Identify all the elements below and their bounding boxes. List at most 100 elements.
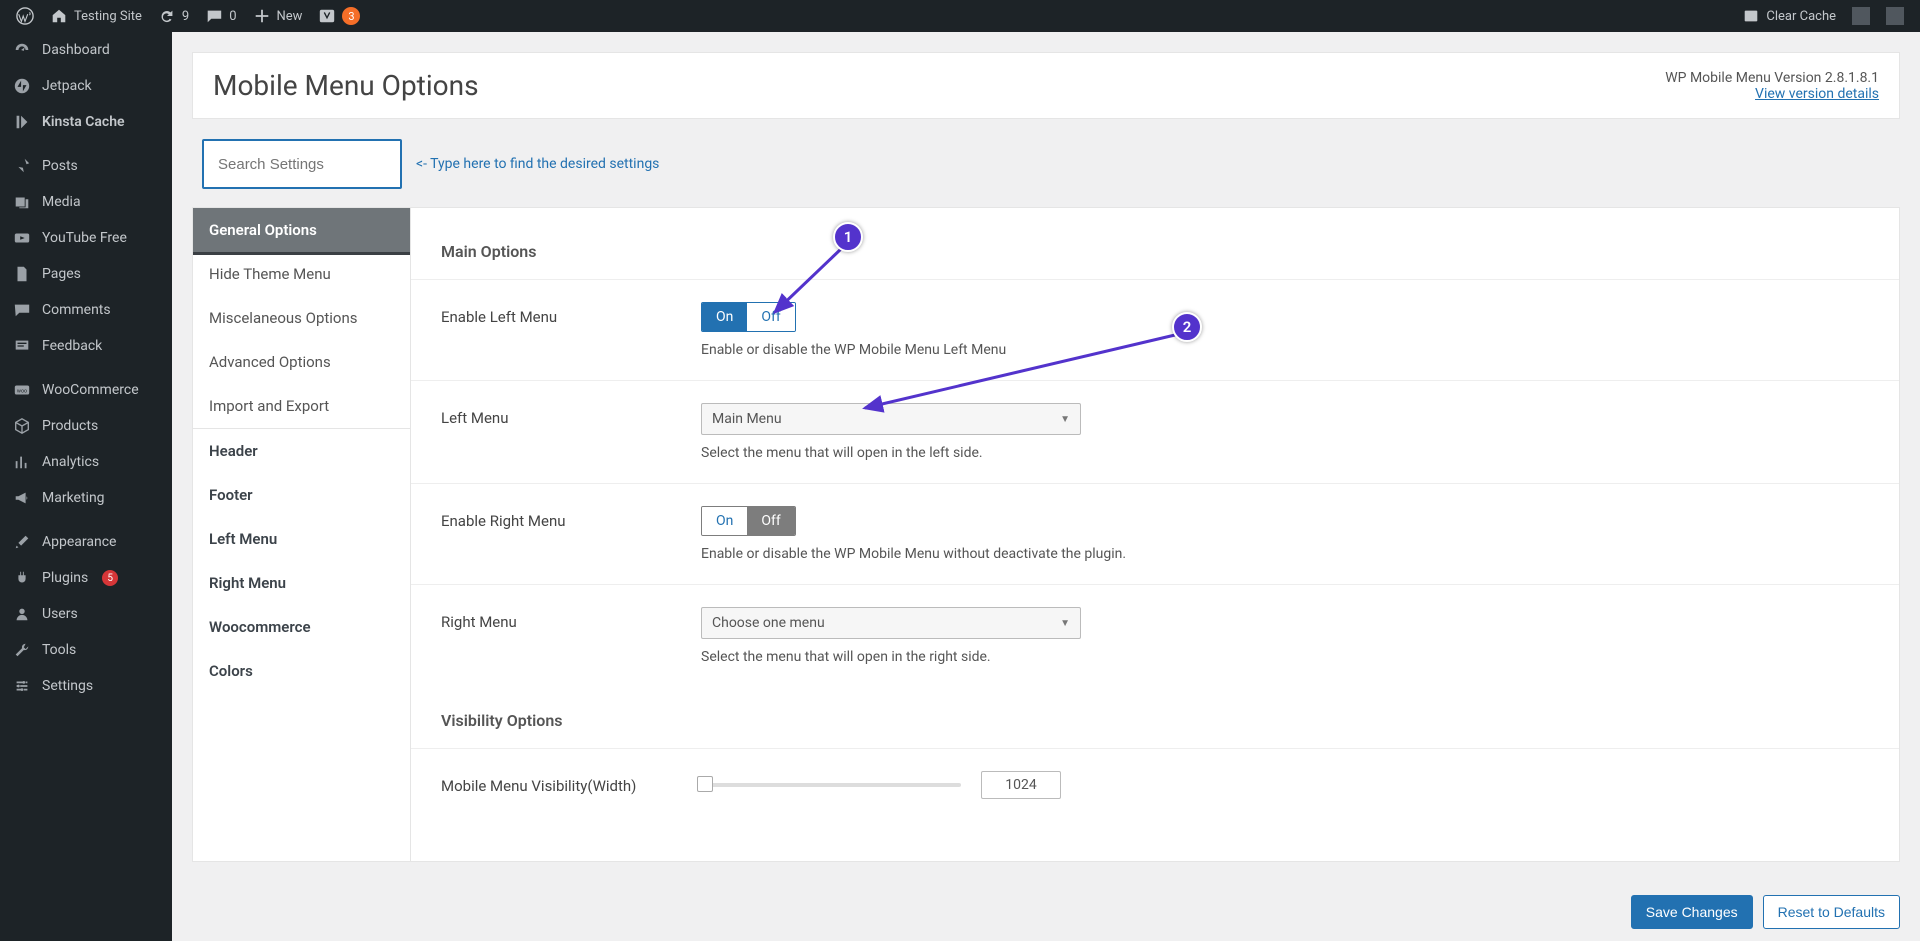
subtab-hide-theme-menu[interactable]: Hide Theme Menu [193, 252, 410, 296]
main-content: Mobile Menu Options WP Mobile Menu Versi… [172, 32, 1920, 941]
field-desc: Select the menu that will open in the ri… [701, 649, 1869, 665]
field-desc: Enable or disable the WP Mobile Menu Lef… [701, 342, 1869, 358]
menu-item-jetpack[interactable]: Jetpack [0, 68, 172, 104]
menu-item-dashboard[interactable]: Dashboard [0, 32, 172, 68]
switch-on[interactable]: On [702, 303, 747, 331]
menu-item-appearance[interactable]: Appearance [0, 524, 172, 560]
field-visibility-width: Mobile Menu Visibility(Width) 1024 [411, 748, 1899, 821]
left-menu-select[interactable]: Main Menu ▼ [701, 403, 1081, 435]
square-icon [1886, 7, 1904, 25]
adminbar-square-2[interactable] [1878, 0, 1912, 32]
menu-item-media[interactable]: Media [0, 184, 172, 220]
menu-item-youtube-free[interactable]: YouTube Free [0, 220, 172, 256]
plus-icon [253, 7, 271, 25]
menu-label: Tools [42, 642, 76, 658]
enable-left-menu-switch[interactable]: On Off [701, 302, 796, 332]
visibility-width-value[interactable]: 1024 [981, 771, 1061, 799]
kinsta-icon [12, 112, 32, 132]
home-icon [50, 7, 68, 25]
reset-defaults-button[interactable]: Reset to Defaults [1763, 895, 1900, 929]
adminbar-square-1[interactable] [1844, 0, 1878, 32]
youtube-icon [12, 228, 32, 248]
refresh-icon [158, 7, 176, 25]
enable-right-menu-switch[interactable]: On Off [701, 506, 796, 536]
footer-actions: Save Changes Reset to Defaults [1631, 895, 1900, 929]
chart-icon [12, 452, 32, 472]
switch-off[interactable]: Off [747, 507, 794, 535]
wp-logo[interactable] [8, 0, 42, 32]
menu-item-settings[interactable]: Settings [0, 668, 172, 704]
subtab-import-and-export[interactable]: Import and Export [193, 384, 410, 428]
switch-on[interactable]: On [702, 507, 747, 535]
svg-text:woo: woo [17, 389, 27, 395]
new-content[interactable]: New [245, 0, 311, 32]
menu-item-kinsta-cache[interactable]: Kinsta Cache [0, 104, 172, 140]
settings-panel: General OptionsHide Theme MenuMiscelaneo… [192, 207, 1900, 862]
plug-icon [12, 568, 32, 588]
megaphone-icon [12, 488, 32, 508]
menu-label: Feedback [42, 338, 102, 354]
field-desc: Enable or disable the WP Mobile Menu wit… [701, 546, 1869, 562]
comments-bar[interactable]: 0 [197, 0, 244, 32]
menu-label: Users [42, 606, 78, 622]
menu-item-woocommerce[interactable]: wooWooCommerce [0, 372, 172, 408]
menu-item-users[interactable]: Users [0, 596, 172, 632]
menu-item-analytics[interactable]: Analytics [0, 444, 172, 480]
version-block: WP Mobile Menu Version 2.8.1.8.1 View ve… [1665, 70, 1879, 102]
woo-icon: woo [12, 380, 32, 400]
menu-label: Products [42, 418, 98, 434]
right-menu-select[interactable]: Choose one menu ▼ [701, 607, 1081, 639]
search-settings-input[interactable] [202, 139, 402, 189]
subtab-miscelaneous-options[interactable]: Miscelaneous Options [193, 296, 410, 340]
updates[interactable]: 9 [150, 0, 197, 32]
admin-menu: Dashboard Jetpack Kinsta Cache PostsMedia Yo… [0, 32, 172, 941]
comments-count: 0 [229, 9, 236, 24]
pin-icon [12, 156, 32, 176]
annotation-badge-1: 1 [833, 222, 863, 252]
subtab-left-menu[interactable]: Left Menu [193, 517, 410, 561]
switch-off[interactable]: Off [747, 303, 794, 331]
version-link[interactable]: View version details [1755, 86, 1879, 102]
settings-icon [12, 676, 32, 696]
site-home[interactable]: Testing Site [42, 0, 150, 32]
field-label: Mobile Menu Visibility(Width) [441, 771, 681, 799]
clear-cache-label: Clear Cache [1766, 9, 1836, 24]
settings-body: Main Options Enable Left Menu On Off Ena… [411, 208, 1899, 861]
save-changes-button[interactable]: Save Changes [1631, 895, 1753, 929]
menu-item-posts[interactable]: Posts [0, 148, 172, 184]
feedback-icon [12, 336, 32, 356]
menu-item-pages[interactable]: Pages [0, 256, 172, 292]
menu-item-plugins[interactable]: Plugins5 [0, 560, 172, 596]
subtab-general-options[interactable]: General Options [193, 208, 410, 252]
media-icon [12, 192, 32, 212]
clear-cache[interactable]: Clear Cache [1734, 0, 1844, 32]
menu-item-tools[interactable]: Tools [0, 632, 172, 668]
subtab-right-menu[interactable]: Right Menu [193, 561, 410, 605]
field-label: Left Menu [441, 403, 681, 461]
menu-item-marketing[interactable]: Marketing [0, 480, 172, 516]
field-enable-left-menu: Enable Left Menu On Off Enable or disabl… [411, 279, 1899, 380]
subtab-colors[interactable]: Colors [193, 649, 410, 693]
dropdown-value: Main Menu [712, 411, 782, 427]
subtab-header[interactable]: Header [193, 428, 410, 473]
menu-label: Comments [42, 302, 111, 318]
menu-item-feedback[interactable]: Feedback [0, 328, 172, 364]
comment-icon [12, 300, 32, 320]
subtab-footer[interactable]: Footer [193, 473, 410, 517]
menu-label: Kinsta Cache [42, 114, 125, 130]
square-icon [1852, 7, 1870, 25]
subtab-advanced-options[interactable]: Advanced Options [193, 340, 410, 384]
field-label: Enable Right Menu [441, 506, 681, 562]
subtab-woocommerce[interactable]: Woocommerce [193, 605, 410, 649]
menu-item-products[interactable]: Products [0, 408, 172, 444]
menu-label: Dashboard [42, 42, 110, 58]
yoast-seo[interactable]: 3 [310, 0, 368, 32]
menu-item-comments[interactable]: Comments [0, 292, 172, 328]
search-hint: <- Type here to find the desired setting… [416, 156, 659, 172]
dropdown-value: Choose one menu [712, 615, 825, 631]
visibility-width-slider[interactable] [701, 783, 961, 787]
menu-separator [0, 516, 172, 524]
menu-label: YouTube Free [42, 230, 127, 246]
slider-thumb[interactable] [697, 776, 713, 792]
page-title: Mobile Menu Options [213, 69, 479, 102]
